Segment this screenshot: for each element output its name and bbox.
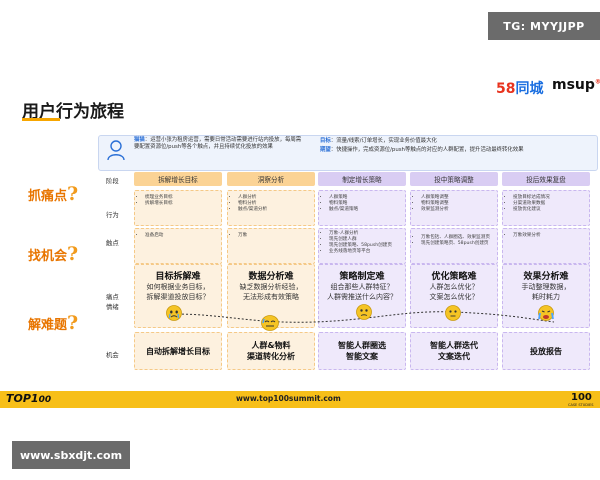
list-item: 准备启动 bbox=[145, 233, 215, 239]
persona-role-tag: 猫猫 bbox=[134, 137, 145, 143]
opportunity-cell-3: 智能人群圈选 智能文案 bbox=[318, 332, 406, 370]
list-item: 投放优化建议 bbox=[513, 207, 583, 213]
stage-header-4: 投中策略调整 bbox=[410, 172, 498, 186]
footer-case-logo: 100 bbox=[571, 392, 592, 403]
footer-case-sub: CASE STUDIES bbox=[568, 403, 594, 407]
list-item: 拆解增长目标 bbox=[145, 201, 215, 207]
sobbing-face-icon bbox=[538, 305, 554, 321]
list-item: 触点/渠道分析 bbox=[238, 207, 308, 213]
footer-url-link[interactable]: www.top100summit.com bbox=[236, 394, 341, 403]
watermark-top: TG: MYYJJPP bbox=[488, 12, 600, 40]
logo-msup-text: msup bbox=[552, 77, 595, 93]
row-label-action: 行为 bbox=[106, 211, 119, 219]
side-label-solve: 解难题? bbox=[28, 312, 79, 334]
stage-header-3: 制定增长策略 bbox=[318, 172, 406, 186]
actions-cell-1: 梳理业务目标 拆解增长目标 bbox=[134, 190, 222, 226]
sweating-face-icon bbox=[261, 315, 279, 331]
title-underline bbox=[22, 118, 60, 121]
list-item: 触点/渠道策略 bbox=[329, 207, 399, 213]
logo-58-num: 58 bbox=[496, 81, 516, 97]
actions-list-1: 梳理业务目标 拆解增长目标 bbox=[135, 191, 221, 207]
opportunity-cell-5: 投放报告 bbox=[502, 332, 590, 370]
opportunity-cell-4: 智能人群迭代 文案迭代 bbox=[410, 332, 498, 370]
list-item: 现先创建策略页、58push创建页 bbox=[421, 241, 491, 247]
row-label-stage: 阶段 bbox=[106, 177, 119, 185]
logo-msup-mark: ® bbox=[594, 78, 600, 86]
watermark-bottom: www.sbxdjt.com bbox=[12, 441, 130, 469]
opportunity-cell-2: 人群&物料 渠道转化分析 bbox=[227, 332, 315, 370]
row-label-touch: 触点 bbox=[106, 239, 119, 247]
logo-58tongcheng: 58同城 bbox=[496, 78, 543, 98]
persona-expect-text: ：快捷操作，完成资源位/push等触点的对应的人群配置，提升活动最终转化效果 bbox=[330, 146, 524, 153]
persona-goals: 目标：流量/线索/订单增长，实现业务价值最大化 期望：快捷操作，完成资源位/pu… bbox=[320, 137, 590, 154]
confused-face-icon bbox=[356, 304, 372, 320]
touches-cell-5: 万象效果分析 bbox=[502, 228, 590, 264]
touches-cell-2: 万象 bbox=[227, 228, 315, 264]
persona-expect-tag: 期望 bbox=[320, 146, 331, 153]
row-label-opportunity: 机会 bbox=[106, 351, 119, 359]
actions-cell-4: 人群策略调整 物料策略调整 效果监测分析 bbox=[410, 190, 498, 226]
list-item: 万象效果分析 bbox=[513, 233, 583, 239]
persona-role: 猫猫：运营小张为租房运营，需要日常活动需要进行站内投放，每周需要配置资源位/pu… bbox=[134, 137, 306, 152]
touches-cell-1: 准备启动 bbox=[134, 228, 222, 264]
footer-top100-logo: TOP100 bbox=[6, 392, 51, 405]
list-item: 万象 bbox=[238, 233, 308, 239]
logo-58-text: 同城 bbox=[515, 81, 544, 97]
side-label-pain: 抓痛点? bbox=[28, 183, 79, 205]
persona-goal-text: ：流量/线索/订单增长，实现业务价值最大化 bbox=[330, 138, 437, 144]
stage-header-5: 投后效果复盘 bbox=[502, 172, 590, 186]
persona-role-text: ：运营小张为租房运营，需要日常活动需要进行站内投放，每周需要配置资源位/push… bbox=[134, 137, 302, 151]
crying-face-icon bbox=[166, 305, 182, 321]
actions-cell-5: 投放目标达成情况 分渠道效果数据 投放优化建议 bbox=[502, 190, 590, 226]
persona-goal-tag: 目标 bbox=[320, 138, 331, 144]
opportunity-cell-1: 自动拆解增长目标 bbox=[134, 332, 222, 370]
thinking-face-icon bbox=[445, 305, 461, 321]
list-item: 效果监测分析 bbox=[421, 207, 491, 213]
stage-header-1: 拆解增长目标 bbox=[134, 172, 222, 186]
touches-cell-4: 万象包括、人群圈选、效果监测页 现先创建策略页、58push创建页 bbox=[410, 228, 498, 264]
touches-cell-3: 万象-人群分析 现先创建人群 现先创建策略、58push创建页 业务线落地页等平… bbox=[318, 228, 406, 264]
footer-top100-mark: 00 bbox=[38, 395, 52, 405]
user-avatar-icon bbox=[106, 138, 126, 162]
actions-cell-3: 人群策略 物料策略 触点/渠道策略 bbox=[318, 190, 406, 226]
stage-header-2: 洞察分析 bbox=[227, 172, 315, 186]
row-label-emotion: 情绪 bbox=[106, 303, 119, 311]
logo-msup: msup® bbox=[552, 77, 600, 93]
row-label-pain: 痛点 bbox=[106, 293, 119, 301]
side-label-opportunity: 找机会? bbox=[28, 243, 79, 265]
actions-cell-2: 人群分析 物料分析 触点/渠道分析 bbox=[227, 190, 315, 226]
list-item: 业务线落地页等平台 bbox=[329, 249, 399, 255]
footer-top100-text: TOP1 bbox=[6, 392, 39, 405]
